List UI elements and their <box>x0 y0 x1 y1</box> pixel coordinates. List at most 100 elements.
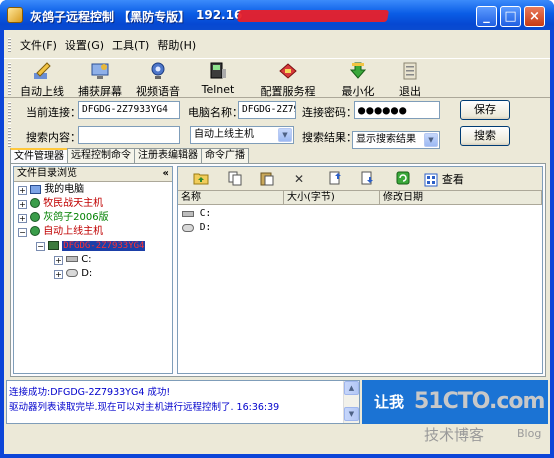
tab-registry-editor[interactable]: 注册表编辑器 <box>134 148 202 163</box>
delete-icon: ✕ <box>293 172 305 186</box>
folder-up-icon <box>193 173 209 185</box>
column-name[interactable]: 名称 <box>178 191 284 205</box>
tree-item-drive-c[interactable]: C: <box>66 253 92 267</box>
tree-header-label: 文件目录浏览 <box>17 168 77 179</box>
password-field[interactable]: ●●●●●● <box>354 101 440 119</box>
computer-name-field[interactable]: DFGDG-2Z793 <box>238 101 296 119</box>
minimize-button[interactable]: 最小化 <box>338 61 378 98</box>
window-ip: 192.16 <box>196 8 243 22</box>
watermark-site: 51CTO.com <box>414 389 545 414</box>
capture-screen-button[interactable]: 捕获屏幕 <box>74 61 126 98</box>
collapse-panel-icon[interactable]: « <box>163 167 169 181</box>
collapse-icon[interactable]: − <box>36 242 45 251</box>
minimize-window-button[interactable]: _ <box>476 6 497 27</box>
row-grip-icon <box>8 102 11 124</box>
expand-icon[interactable]: + <box>18 214 27 223</box>
minimize-label: 最小化 <box>341 85 375 98</box>
collapse-icon[interactable]: − <box>18 228 27 237</box>
video-voice-button[interactable]: 视频语音 <box>132 61 184 98</box>
file-row-drive-d[interactable]: D: <box>182 221 211 235</box>
toolbar-grip-icon <box>8 63 11 95</box>
chevron-down-icon[interactable]: ▼ <box>278 128 292 142</box>
delete-button[interactable]: ✕ <box>290 170 308 188</box>
scroll-down-icon[interactable]: ▼ <box>344 407 359 421</box>
tree-item-auto-online[interactable]: 自动上线主机 <box>30 225 103 239</box>
auto-online-label: 自动上线 <box>20 85 64 98</box>
expand-icon[interactable]: + <box>18 200 27 209</box>
paste-button[interactable] <box>258 170 276 188</box>
file-list-panel: ✕ 查看 ▼ 名 <box>177 166 543 374</box>
download-button[interactable] <box>358 170 376 188</box>
configure-server-button[interactable]: 配置服务程序 <box>256 61 320 114</box>
menu-file[interactable]: 文件(F) <box>18 36 59 54</box>
watermark-blog-cn: 技术博客 <box>424 426 485 444</box>
view-grid-icon <box>424 173 438 186</box>
main-toolbar: 自动上线 捕获屏幕 视频语音 Telnet 配置服务程序 最小化 <box>4 58 550 114</box>
globe-icon <box>30 212 40 222</box>
tree-item-group-1[interactable]: 牧民战天主机 <box>30 197 103 211</box>
expand-icon[interactable]: + <box>54 270 63 279</box>
scroll-up-icon[interactable]: ▲ <box>344 381 359 395</box>
video-voice-label: 视频语音 <box>136 85 180 98</box>
auto-online-button[interactable]: 自动上线 <box>18 61 66 98</box>
drive-icon <box>66 256 78 262</box>
view-menu-label: 查看 <box>441 173 464 186</box>
tree-item-label: D: <box>81 268 93 279</box>
menu-tools[interactable]: 工具(T) <box>110 36 151 54</box>
upload-button[interactable] <box>326 170 344 188</box>
chevron-down-icon[interactable]: ▼ <box>424 133 438 147</box>
tab-remote-commands[interactable]: 远程控制命令 <box>67 148 135 163</box>
search-result-select[interactable]: 显示搜索结果 ▼ <box>352 131 440 149</box>
column-modified-date[interactable]: 修改日期 <box>380 191 542 205</box>
maximize-window-button[interactable]: □ <box>500 6 521 27</box>
drive-icon <box>182 210 194 217</box>
file-toolbar: ✕ 查看 ▼ <box>178 167 542 204</box>
current-connection-label: 当前连接： <box>26 106 81 119</box>
telnet-button[interactable]: Telnet <box>198 61 238 97</box>
copy-icon <box>228 171 242 186</box>
file-row-drive-c[interactable]: C: <box>182 207 211 221</box>
banner-text: 让我 <box>374 393 405 411</box>
expand-icon[interactable]: + <box>18 186 27 195</box>
upload-icon <box>329 171 341 185</box>
globe-icon <box>30 198 40 208</box>
menu-settings[interactable]: 设置(G) <box>63 36 106 54</box>
tree-item-host[interactable]: DFGDG-2Z7933YG4 <box>48 239 146 253</box>
search-content-input[interactable] <box>78 126 180 144</box>
computer-icon <box>30 184 41 194</box>
tree-item-drive-d[interactable]: D: <box>66 267 92 281</box>
tree-item-group-2[interactable]: 灰鸽子2006版 <box>30 211 109 225</box>
drive-icon <box>182 223 194 232</box>
minimize-icon <box>349 62 367 79</box>
current-connection-field[interactable]: DFGDG-2Z7933YG4 <box>78 101 180 119</box>
computer-name-label: 电脑名称： <box>188 106 243 119</box>
refresh-icon <box>396 171 410 185</box>
tree-item-label: C: <box>81 254 92 265</box>
tree-item-my-computer[interactable]: 我的电脑 <box>30 183 84 197</box>
paste-icon <box>260 172 274 186</box>
search-button[interactable]: 搜索 <box>460 126 510 146</box>
view-menu-button[interactable]: 查看 ▼ <box>424 170 472 204</box>
save-button[interactable]: 保存 <box>460 100 510 120</box>
file-manager-panel: 文件目录浏览 « + 我的电脑 + 牧民战天主机 + 灰鸽子2006版 − 自动… <box>10 163 546 377</box>
expand-icon[interactable]: + <box>54 256 63 265</box>
exit-button[interactable]: 退出 <box>392 61 428 98</box>
tab-command-broadcast[interactable]: 命令广播 <box>201 148 249 163</box>
window-title: 灰鸽子远程控制 【黑防专版】 <box>30 10 191 24</box>
menu-help[interactable]: 帮助(H) <box>155 36 198 54</box>
tree-item-label: 灰鸽子2006版 <box>43 212 109 223</box>
close-window-button[interactable]: × <box>524 6 545 27</box>
directory-tree-panel: 文件目录浏览 « + 我的电脑 + 牧民战天主机 + 灰鸽子2006版 − 自动… <box>13 166 173 374</box>
title-bar[interactable]: 灰鸽子远程控制 【黑防专版】 192.16 _ □ × <box>0 0 554 30</box>
up-folder-button[interactable] <box>192 170 210 188</box>
column-size[interactable]: 大小(字节) <box>284 191 380 205</box>
webcam-icon <box>151 62 165 79</box>
copy-button[interactable] <box>226 170 244 188</box>
tab-file-manager[interactable]: 文件管理器 <box>10 148 68 163</box>
log-scrollbar[interactable]: ▲ ▼ <box>343 381 359 423</box>
refresh-button[interactable] <box>394 170 412 188</box>
search-scope-select[interactable]: 自动上线主机 ▼ <box>190 126 294 144</box>
row-grip-icon <box>8 127 11 147</box>
app-icon <box>7 7 23 23</box>
exit-label: 退出 <box>399 85 421 98</box>
